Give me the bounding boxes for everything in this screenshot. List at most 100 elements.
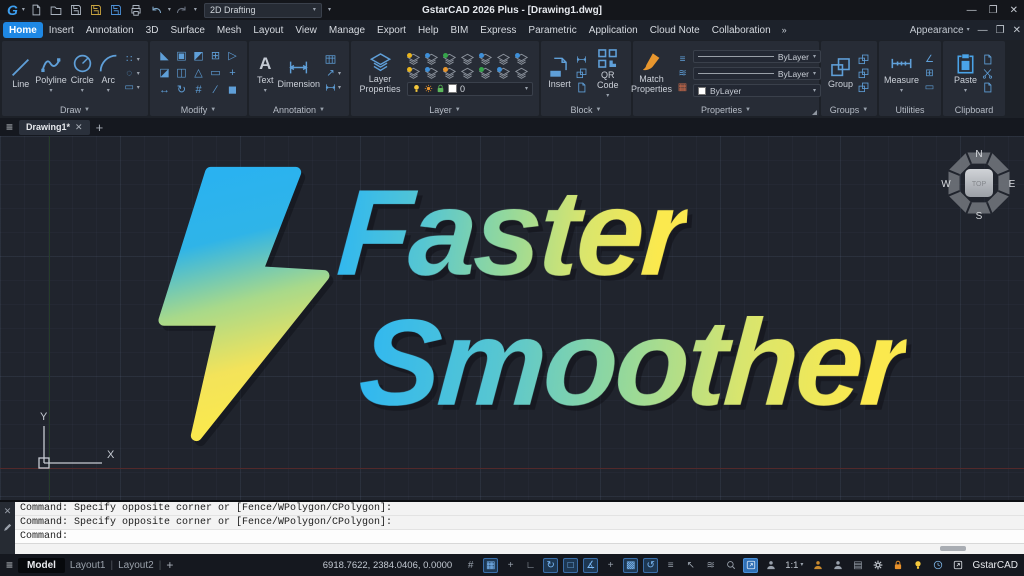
layer-prev-icon[interactable]: [443, 67, 459, 79]
layout1-tab[interactable]: Layout1: [70, 560, 106, 571]
file-tab-drawing1[interactable]: Drawing1* ✕: [19, 120, 90, 135]
panel-utilities-label-row[interactable]: Utilities: [879, 103, 941, 116]
erase-tool-icon[interactable]: ◣: [156, 48, 173, 65]
save-all-button[interactable]: [108, 3, 125, 18]
tab-surface[interactable]: Surface: [164, 22, 210, 38]
rectangle-tool-icon[interactable]: ▭: [123, 82, 136, 94]
group-edit-icon[interactable]: [857, 68, 870, 80]
lineweight-dropdown[interactable]: ByLayer▾: [693, 50, 821, 63]
app-menu-caret-icon[interactable]: ▾: [22, 7, 25, 13]
annotation-visibility-button[interactable]: [763, 558, 778, 573]
group-button[interactable]: Group: [828, 57, 853, 90]
tab-parametric[interactable]: Parametric: [522, 22, 582, 38]
copy-clip-icon[interactable]: [981, 54, 994, 66]
new-drawing-tab-button[interactable]: +: [96, 120, 104, 135]
status-menu-icon[interactable]: ≡: [6, 559, 13, 571]
lineweight-display-toggle[interactable]: ≡: [663, 558, 678, 573]
tab-express[interactable]: Express: [474, 22, 522, 38]
angle-snap-toggle[interactable]: ∡: [583, 558, 598, 573]
redo-caret-icon[interactable]: ▾: [194, 7, 197, 13]
layer-dropdown[interactable]: 0 ▾: [407, 82, 533, 96]
rotate-tool-icon[interactable]: ◫: [173, 65, 190, 82]
settings-button[interactable]: [870, 558, 885, 573]
qr-code-button[interactable]: QR Code▾: [592, 48, 624, 99]
model-tab[interactable]: Model: [18, 558, 65, 573]
stretch-tool-icon[interactable]: ▭: [207, 65, 224, 82]
redo-button[interactable]: [174, 3, 191, 18]
layer-unisolate-icon[interactable]: [407, 67, 423, 79]
point-caret-icon[interactable]: ▾: [137, 57, 140, 63]
tab-view[interactable]: View: [289, 22, 323, 38]
auto-scale-button[interactable]: [810, 558, 825, 573]
layer-lock-icon[interactable]: [479, 53, 495, 65]
layer-properties-button[interactable]: Layer Properties: [357, 52, 403, 95]
chamfer-tool-icon[interactable]: ↻: [173, 82, 190, 99]
rectangle-caret-icon[interactable]: ▾: [137, 85, 140, 91]
undo-caret-icon[interactable]: ▾: [168, 7, 171, 13]
open-file-button[interactable]: [48, 3, 65, 18]
selection-filter-toggle[interactable]: ↖: [683, 558, 698, 573]
compass-north-label[interactable]: N: [975, 149, 982, 160]
minimize-button[interactable]: —: [967, 5, 977, 16]
save-as-button[interactable]: [88, 3, 105, 18]
isometric-drafting-toggle[interactable]: +: [603, 558, 618, 573]
new-layout-button[interactable]: +: [166, 558, 173, 572]
cut-clip-icon[interactable]: [981, 68, 994, 80]
lineweight-list-icon[interactable]: ≡: [676, 54, 689, 66]
layer-off-icon[interactable]: [425, 53, 441, 65]
ellipse-caret-icon[interactable]: ▾: [137, 71, 140, 77]
restore-button[interactable]: ❐: [989, 5, 998, 16]
tab-mesh[interactable]: Mesh: [211, 22, 247, 38]
close-button[interactable]: ✕: [1010, 5, 1018, 16]
object-snap-tracking-toggle[interactable]: □: [563, 558, 578, 573]
move-tool-icon[interactable]: ◪: [156, 65, 173, 82]
clean-screen-button[interactable]: [950, 558, 965, 573]
snap-mode-toggle[interactable]: #: [463, 558, 478, 573]
linetype-dropdown[interactable]: ByLayer▾: [693, 67, 821, 80]
block-base-icon[interactable]: [575, 54, 588, 66]
layer-merge-icon[interactable]: [479, 67, 495, 79]
circle-tool-button[interactable]: Circle▾: [71, 53, 94, 94]
dimension-tool-button[interactable]: Dimension: [277, 57, 320, 90]
workspace-list-button[interactable]: ▤: [850, 558, 865, 573]
panel-properties-label-row[interactable]: Properties▼: [633, 103, 819, 116]
tab-insert[interactable]: Insert: [43, 22, 80, 38]
app-logo-icon[interactable]: G: [6, 2, 19, 18]
file-tab-menu-icon[interactable]: ≡: [6, 121, 13, 133]
tab-annotation[interactable]: Annotation: [80, 22, 140, 38]
dim-style-caret-icon[interactable]: ▾: [338, 85, 341, 91]
print-button[interactable]: [128, 3, 145, 18]
annotation-scale-dropdown[interactable]: 1:1▾: [783, 560, 805, 571]
command-close-icon[interactable]: ✕: [4, 506, 12, 517]
explode-tool-icon[interactable]: #: [190, 82, 207, 99]
new-file-button[interactable]: [28, 3, 45, 18]
ellipse-tool-icon[interactable]: ◌: [123, 68, 136, 80]
break-tool-icon[interactable]: ∕: [207, 82, 224, 99]
polar-tracking-toggle[interactable]: +: [503, 558, 518, 573]
save-button[interactable]: [68, 3, 85, 18]
match-properties-button[interactable]: Match Properties: [631, 52, 672, 95]
tab-help[interactable]: Help: [412, 22, 445, 38]
panel-modify-label-row[interactable]: Modify▼: [150, 103, 247, 116]
tab-export[interactable]: Export: [371, 22, 412, 38]
block-edit-icon[interactable]: [575, 68, 588, 80]
layer-unlock-icon[interactable]: [497, 53, 513, 65]
copy-tool-icon[interactable]: ▣: [173, 48, 190, 65]
polyline-tool-button[interactable]: Polyline▾: [35, 53, 67, 94]
command-input[interactable]: Command:: [15, 530, 1024, 544]
file-tab-close-icon[interactable]: ✕: [75, 122, 83, 133]
drawing-canvas[interactable]: Faster Smoother TOP N E S W Y X: [0, 136, 1024, 500]
offset-tool-icon[interactable]: ▷: [224, 48, 241, 65]
color-palette-icon[interactable]: ▦: [676, 82, 689, 94]
scale-tool-icon[interactable]: △: [190, 65, 207, 82]
angle-measure-icon[interactable]: ∠: [923, 54, 936, 66]
display-toggle[interactable]: [743, 558, 758, 573]
panel-draw-label-row[interactable]: Draw▼: [2, 103, 148, 116]
command-edit-pencil-icon[interactable]: [3, 523, 12, 532]
block-attrib-icon[interactable]: [575, 82, 588, 94]
zoom-tool-button[interactable]: [723, 558, 738, 573]
leader-tool-icon[interactable]: ↗: [324, 68, 337, 80]
properties-expander-icon[interactable]: [812, 110, 817, 115]
layer-freeze-icon[interactable]: [443, 53, 459, 65]
toolbar-options-caret-icon[interactable]: ▾: [328, 7, 331, 13]
